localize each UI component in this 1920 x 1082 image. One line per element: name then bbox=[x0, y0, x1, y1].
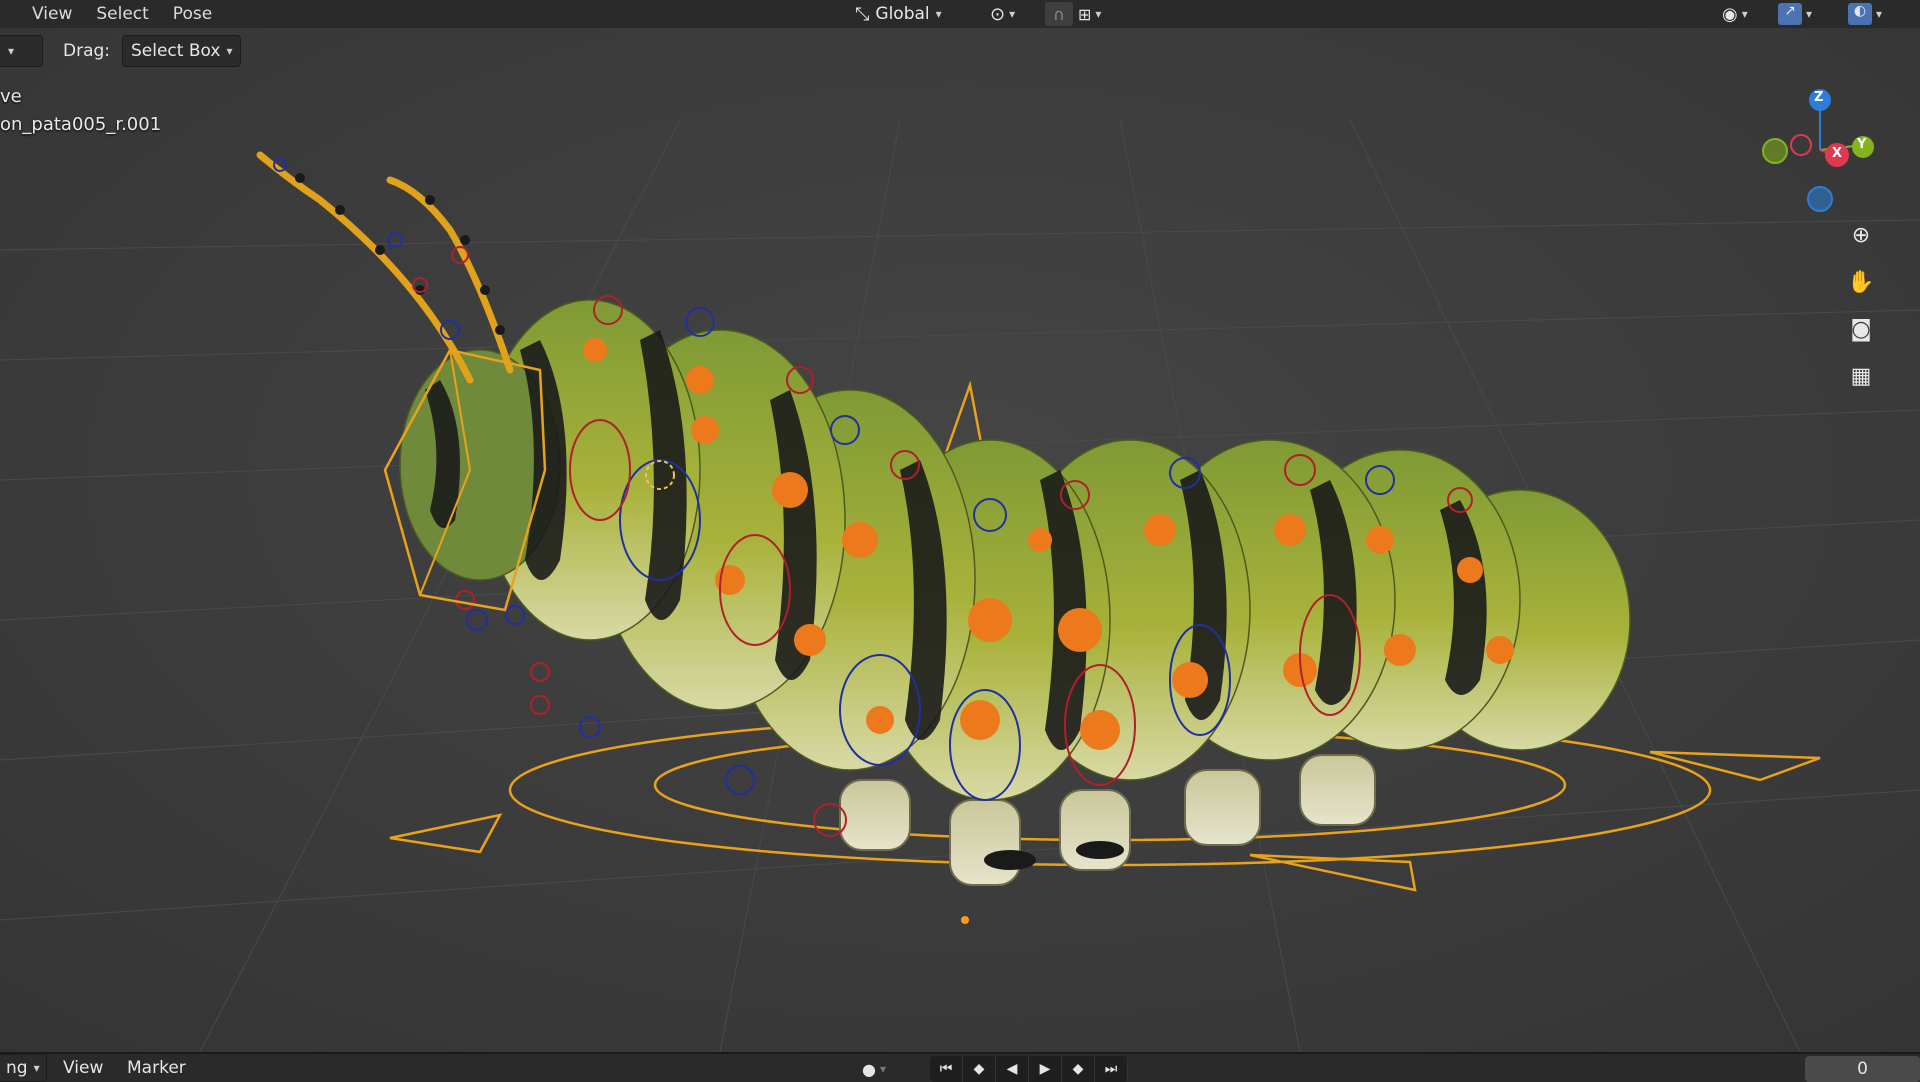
chevron-down-icon: ▾ bbox=[1741, 7, 1748, 21]
drag-select-dropdown[interactable]: Select Box ▾ bbox=[122, 35, 242, 67]
transform-orientation[interactable]: ⤡ Global ▾ bbox=[855, 0, 942, 28]
chevron-down-icon: ▾ bbox=[33, 1061, 40, 1075]
timeline-header: ng ▾ View Marker ● ▾ ⏮ ◆ ◀ ▶ ◆ ⏭ 0 bbox=[0, 1052, 1920, 1082]
timeline-menu-view[interactable]: View bbox=[63, 1058, 103, 1078]
chevron-down-icon: ▾ bbox=[879, 1062, 886, 1076]
navigation-gizmo[interactable]: Z Y X bbox=[1745, 85, 1875, 215]
overlays-icon: ◐ bbox=[1848, 3, 1872, 25]
gizmo-y-label: Y bbox=[1857, 137, 1867, 152]
origin-point bbox=[961, 916, 969, 924]
perspective-toggle-button[interactable]: ▦ bbox=[1841, 356, 1881, 396]
pivot-icon: ⊙ bbox=[990, 3, 1006, 25]
gizmo-toggle[interactable]: ↗ ▾ bbox=[1778, 0, 1812, 28]
menu-pose[interactable]: Pose bbox=[161, 0, 224, 28]
gizmo-icon: ↗ bbox=[1778, 3, 1802, 25]
visibility-dropdown[interactable]: ◉ ▾ bbox=[1722, 0, 1748, 28]
chevron-down-icon: ▾ bbox=[1806, 7, 1813, 21]
editor-type-label: ng bbox=[6, 1058, 28, 1078]
viewport-scene bbox=[0, 0, 1920, 1053]
prev-keyframe-icon[interactable]: ◆ bbox=[963, 1056, 996, 1082]
play-reverse-icon[interactable]: ◀ bbox=[996, 1056, 1029, 1082]
viewport-mode-text: ve bbox=[0, 86, 22, 107]
drag-select-value: Select Box bbox=[131, 41, 221, 61]
next-keyframe-icon[interactable]: ◆ bbox=[1062, 1056, 1095, 1082]
snap-increment-icon: ⊞ bbox=[1078, 4, 1092, 24]
jump-end-icon[interactable]: ⏭ bbox=[1095, 1056, 1128, 1082]
timeline-menu-marker[interactable]: Marker bbox=[127, 1058, 186, 1078]
snap-target-dropdown[interactable]: ⊞ ▾ bbox=[1078, 0, 1101, 28]
pivot-point-dropdown[interactable]: ⊙ ▾ bbox=[990, 0, 1015, 28]
mode-dropdown[interactable]: ▾ bbox=[0, 35, 43, 67]
chevron-down-icon: ▾ bbox=[8, 44, 15, 58]
gizmo-z-label: Z bbox=[1814, 90, 1824, 105]
playback-controls: ⏮ ◆ ◀ ▶ ◆ ⏭ bbox=[930, 1056, 1128, 1082]
zoom-icon: ⊕ bbox=[1851, 222, 1871, 248]
current-frame-value: 0 bbox=[1857, 1059, 1868, 1079]
zoom-button[interactable]: ⊕ bbox=[1841, 215, 1881, 255]
camera-view-button[interactable]: ◙ bbox=[1841, 309, 1881, 349]
header-menus: View Select Pose bbox=[20, 0, 224, 28]
magnet-icon: ∩ bbox=[1053, 4, 1065, 24]
chevron-down-icon: ▾ bbox=[1009, 7, 1016, 21]
chevron-down-icon: ▾ bbox=[226, 44, 233, 58]
chevron-down-icon: ▾ bbox=[1876, 7, 1883, 21]
record-icon: ● bbox=[862, 1059, 876, 1079]
3d-viewport[interactable] bbox=[0, 0, 1920, 1053]
auto-keying-toggle[interactable]: ● ▾ bbox=[862, 1056, 886, 1082]
jump-start-icon[interactable]: ⏮ bbox=[930, 1056, 963, 1082]
eye-icon: ◉ bbox=[1722, 3, 1738, 25]
grid-icon: ▦ bbox=[1850, 363, 1872, 389]
editor-type-dropdown[interactable]: ng ▾ bbox=[0, 1054, 47, 1082]
drag-label: Drag: bbox=[63, 41, 111, 61]
menu-view[interactable]: View bbox=[20, 0, 84, 28]
orientation-label: Global bbox=[875, 4, 930, 24]
gizmo-x-label: X bbox=[1832, 146, 1843, 161]
menu-select[interactable]: Select bbox=[84, 0, 160, 28]
pan-button[interactable]: ✋ bbox=[1841, 262, 1881, 302]
viewport-header: View Select Pose ⤡ Global ▾ ⊙ ▾ ∩ ⊞ ▾ ◉ … bbox=[0, 0, 1920, 28]
snap-toggle[interactable]: ∩ bbox=[1045, 2, 1073, 26]
current-frame-field[interactable]: 0 bbox=[1805, 1056, 1920, 1082]
camera-icon: ◙ bbox=[1850, 316, 1872, 342]
chevron-down-icon: ▾ bbox=[1095, 7, 1102, 21]
active-bone-name: on_pata005_r.001 bbox=[0, 114, 162, 135]
hand-icon: ✋ bbox=[1847, 269, 1875, 295]
chevron-down-icon: ▾ bbox=[935, 7, 942, 21]
tool-settings-bar: ▾ Drag: Select Box ▾ bbox=[0, 30, 1920, 72]
orientation-icon: ⤡ bbox=[855, 3, 870, 25]
play-icon[interactable]: ▶ bbox=[1029, 1056, 1062, 1082]
overlays-toggle[interactable]: ◐ ▾ bbox=[1848, 0, 1882, 28]
